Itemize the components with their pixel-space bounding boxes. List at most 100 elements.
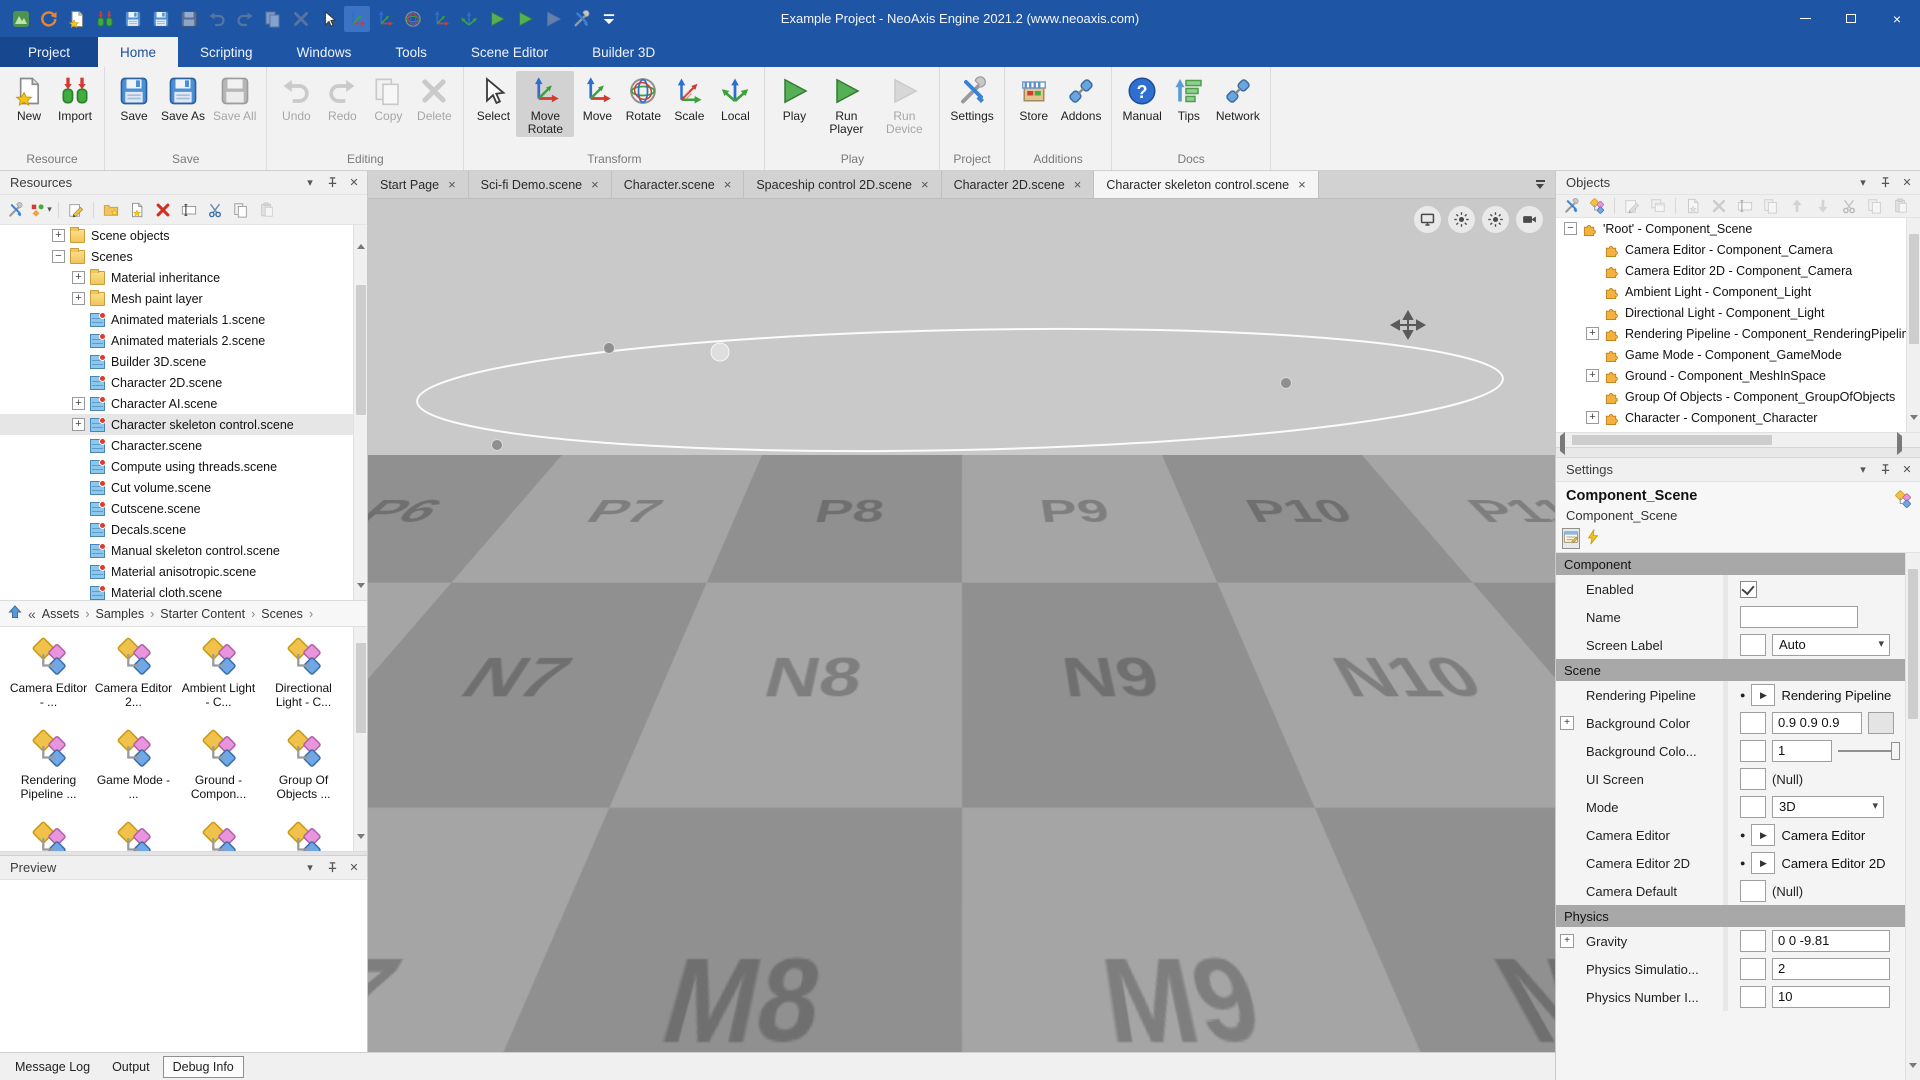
tree-expander[interactable]: + xyxy=(52,229,65,242)
object-tree-item[interactable]: + Character - Component_Character xyxy=(1556,407,1920,428)
new-file-icon[interactable] xyxy=(64,6,90,32)
tree-expander[interactable]: − xyxy=(1564,222,1577,235)
close-tab-icon[interactable]: × xyxy=(921,178,929,191)
network-button[interactable]: Network xyxy=(1212,71,1264,124)
filter-icon[interactable]: ▾ xyxy=(30,199,52,221)
save-button[interactable]: Save xyxy=(111,71,157,124)
resource-tree-item[interactable]: Character 2D.scene xyxy=(0,372,367,393)
tree-expander[interactable]: + xyxy=(1586,369,1599,382)
properties-mode-button[interactable] xyxy=(1562,528,1580,549)
resources-scrollbar[interactable] xyxy=(353,225,367,600)
select-button[interactable]: Select xyxy=(470,71,516,124)
value-input[interactable]: 0 0 -9.81 xyxy=(1772,930,1890,952)
close-tab-icon[interactable]: × xyxy=(724,178,732,191)
breadcrumb-item-assets[interactable]: Assets xyxy=(42,607,80,621)
play-button[interactable]: Play xyxy=(771,71,817,124)
value-dropdown[interactable]: 3D xyxy=(1772,796,1884,818)
resource-tree-item[interactable]: Decals.scene xyxy=(0,519,367,540)
asset-item[interactable] xyxy=(6,817,91,851)
close-tab-icon[interactable]: × xyxy=(1074,178,1082,191)
resource-tree-item[interactable]: + Character AI.scene xyxy=(0,393,367,414)
settings-icon[interactable] xyxy=(568,6,594,32)
resource-tree-item[interactable]: Material anisotropic.scene xyxy=(0,561,367,582)
breadcrumb-back[interactable]: « xyxy=(28,606,36,622)
asset-item[interactable]: Directional Light - C... xyxy=(261,633,346,725)
rename-icon[interactable] xyxy=(178,199,200,221)
save-icon[interactable] xyxy=(120,6,146,32)
resource-tree-item[interactable]: Animated materials 1.scene xyxy=(0,309,367,330)
settings-button[interactable]: Settings xyxy=(946,71,997,124)
default-value-box[interactable] xyxy=(1740,740,1766,762)
close-tab-icon[interactable]: × xyxy=(448,178,456,191)
close-tab-icon[interactable]: × xyxy=(1298,178,1306,191)
resource-tree-item[interactable]: Compute using threads.scene xyxy=(0,456,367,477)
asset-item[interactable]: Game Mode - ... xyxy=(91,725,176,817)
page-star-icon[interactable] xyxy=(126,199,148,221)
store-button[interactable]: Store xyxy=(1011,71,1057,124)
default-value-box[interactable] xyxy=(1740,958,1766,980)
property-expander[interactable]: + xyxy=(1560,934,1574,948)
cursor-icon[interactable] xyxy=(316,6,342,32)
tree-expander[interactable]: − xyxy=(52,250,65,263)
bottom-tab-output[interactable]: Output xyxy=(103,1057,159,1077)
asset-item[interactable]: Ambient Light - C... xyxy=(176,633,261,725)
default-value-box[interactable] xyxy=(1740,768,1766,790)
scissors-icon[interactable] xyxy=(204,199,226,221)
object-tree-item[interactable]: + Rendering Pipeline - Component_Renderin… xyxy=(1556,323,1920,344)
default-value-box[interactable] xyxy=(1740,986,1766,1008)
asset-item[interactable]: Rendering Pipeline ... xyxy=(6,725,91,817)
resource-tree-item[interactable]: + Material inheritance xyxy=(0,267,367,288)
minimize-button[interactable] xyxy=(1782,0,1828,37)
resource-tree-item[interactable]: + Mesh paint layer xyxy=(0,288,367,309)
objects-scrollbar[interactable] xyxy=(1906,218,1920,432)
tree-expander[interactable]: + xyxy=(72,397,85,410)
value-input[interactable]: 10 xyxy=(1772,986,1890,1008)
run-player-button[interactable]: Run Player xyxy=(817,71,875,137)
move-button[interactable]: Move xyxy=(574,71,620,124)
document-tab[interactable]: Character skeleton control.scene × xyxy=(1094,171,1319,198)
breadcrumb-item-samples[interactable]: Samples xyxy=(95,607,144,621)
local-button[interactable]: Local xyxy=(712,71,758,124)
axis-icon[interactable] xyxy=(428,6,454,32)
bottom-tab-message-log[interactable]: Message Log xyxy=(6,1057,99,1077)
play-disabled-icon[interactable] xyxy=(540,6,566,32)
value-input[interactable]: 2 xyxy=(1772,958,1890,980)
settings-icon[interactable] xyxy=(4,199,26,221)
play-icon[interactable] xyxy=(484,6,510,32)
sun-icon[interactable] xyxy=(1482,206,1509,233)
reference-expand-button[interactable]: ▶ xyxy=(1751,852,1776,874)
sun-icon[interactable] xyxy=(1448,206,1475,233)
object-tree-item[interactable]: + Ground - Component_MeshInSpace xyxy=(1556,365,1920,386)
resource-tree-item[interactable]: Manual skeleton control.scene xyxy=(0,540,367,561)
maximize-button[interactable] xyxy=(1828,0,1874,37)
events-mode-button[interactable] xyxy=(1585,528,1601,548)
ribbon-tab-tools[interactable]: Tools xyxy=(373,37,449,67)
new-button[interactable]: New xyxy=(6,71,52,124)
object-tree-item[interactable]: Camera Editor 2D - Component_Camera xyxy=(1556,260,1920,281)
asset-item[interactable]: Group Of Objects ... xyxy=(261,725,346,817)
tree-expander[interactable]: + xyxy=(1586,327,1599,340)
axis-icon[interactable] xyxy=(372,6,398,32)
tree-expander[interactable]: + xyxy=(72,292,85,305)
tree-expander[interactable]: + xyxy=(72,271,85,284)
breadcrumb-item-starter-content[interactable]: Starter Content xyxy=(160,607,245,621)
objects-horizontal-scrollbar[interactable] xyxy=(1556,432,1920,455)
dropdown-icon[interactable]: ▾ xyxy=(303,176,317,190)
reference-expand-button[interactable]: ▶ xyxy=(1751,684,1776,706)
tree-expander[interactable]: + xyxy=(72,418,85,431)
close-tab-icon[interactable]: × xyxy=(591,178,599,191)
value-input[interactable]: 1 xyxy=(1772,740,1832,762)
value-slider[interactable] xyxy=(1838,740,1900,762)
dropdown-icon[interactable]: ▾ xyxy=(303,861,317,875)
default-value-box[interactable] xyxy=(1740,796,1766,818)
asset-item[interactable] xyxy=(261,817,346,851)
resource-tree-item[interactable]: Cutscene.scene xyxy=(0,498,367,519)
color-swatch[interactable] xyxy=(1868,712,1894,734)
document-tab[interactable]: Character 2D.scene × xyxy=(942,171,1095,198)
pin-icon[interactable] xyxy=(1878,176,1892,190)
reference-expand-button[interactable]: ▶ xyxy=(1751,824,1776,846)
value-input[interactable]: 0.9 0.9 0.9 xyxy=(1772,712,1862,734)
ribbon-tab-home[interactable]: Home xyxy=(98,37,179,67)
local-icon[interactable] xyxy=(456,6,482,32)
document-tab[interactable]: Spaceship control 2D.scene × xyxy=(744,171,942,198)
